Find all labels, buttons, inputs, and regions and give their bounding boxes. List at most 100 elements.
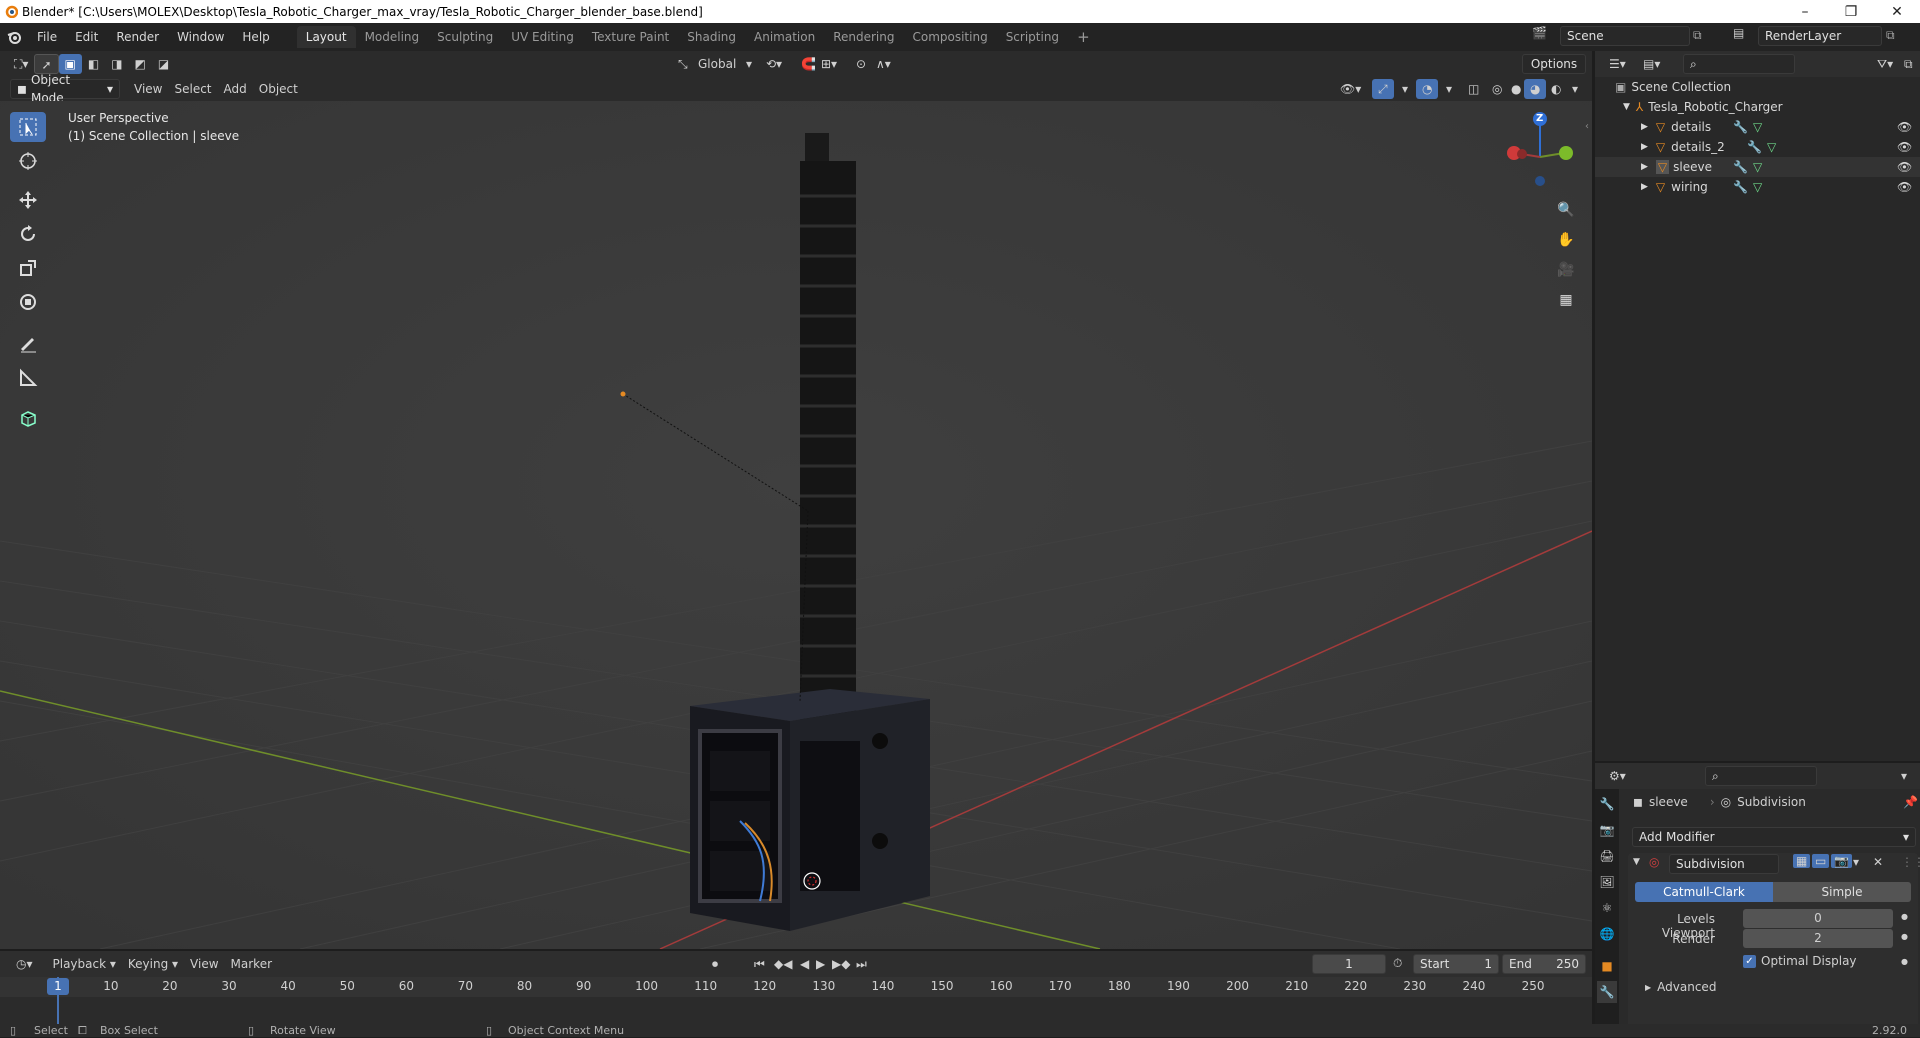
chevron-down-icon[interactable]: ▾: [1440, 79, 1458, 99]
eye-visibility-icon[interactable]: 👁: [1897, 120, 1912, 134]
add-modifier-dropdown[interactable]: Add Modifier ▾: [1632, 827, 1916, 847]
menu-select[interactable]: Select: [168, 79, 217, 99]
menu-marker[interactable]: Marker: [225, 954, 278, 974]
outliner-item-wiring[interactable]: ▶ ▽ wiring 🔧 ▽ 👁: [1595, 177, 1920, 197]
falloff-icon[interactable]: ∧▾: [870, 54, 897, 74]
modifier-wrench-icon[interactable]: 🔧: [1733, 180, 1748, 194]
rendered-shading-icon[interactable]: ◐: [1545, 79, 1567, 99]
add-workspace-button[interactable]: +: [1068, 26, 1099, 48]
keyframe-area[interactable]: [0, 997, 1592, 1025]
light-object[interactable]: [620, 391, 626, 397]
catmull-clark-button[interactable]: Catmull-Clark: [1635, 882, 1773, 902]
close-button[interactable]: ✕: [1874, 0, 1920, 23]
blender-menu-icon[interactable]: [0, 29, 28, 45]
overlay-toggle-icon[interactable]: ◔: [1416, 79, 1439, 99]
object-tab-icon[interactable]: ■: [1597, 955, 1617, 977]
xray-toggle-icon[interactable]: ◫: [1462, 79, 1485, 99]
transform-tool[interactable]: [10, 287, 46, 317]
material-shading-icon[interactable]: ◕: [1524, 79, 1547, 99]
outliner-item-details[interactable]: ▶ ▽ details 🔧 ▽ 👁: [1595, 117, 1920, 137]
chevron-down-icon[interactable]: ▾: [1895, 766, 1913, 786]
keyframe-dot-icon[interactable]: ●: [1901, 912, 1908, 921]
modifier-wrench-icon[interactable]: 🔧: [1747, 140, 1762, 154]
outliner-root[interactable]: ▣ Scene Collection: [1595, 77, 1920, 97]
output-tab-icon[interactable]: 🖨: [1597, 845, 1617, 867]
modifier-tab-icon[interactable]: 🔧: [1597, 981, 1617, 1003]
menu-help[interactable]: Help: [233, 26, 278, 48]
select-box-tool[interactable]: [10, 112, 46, 142]
expand-arrow-icon[interactable]: ▼: [1623, 102, 1630, 112]
menu-playback[interactable]: Playback ▾: [47, 954, 122, 974]
ortho-grid-icon[interactable]: ▦: [1552, 286, 1580, 314]
camera-view-icon[interactable]: 🎥: [1552, 256, 1580, 284]
menu-object[interactable]: Object: [253, 79, 304, 99]
end-frame-field[interactable]: End 250: [1502, 954, 1586, 974]
outliner-item-details-2[interactable]: ▶ ▽ details_2 🔧 ▽ 👁: [1595, 137, 1920, 157]
outliner-item-sleeve[interactable]: ▶ ▽ sleeve 🔧 ▽ 👁: [1595, 157, 1920, 177]
mode-dropdown[interactable]: ◼ Object Mode ▾: [10, 73, 120, 105]
drag-handle-icon[interactable]: ⋮⋮: [1901, 855, 1920, 869]
properties-search-input[interactable]: ⌕: [1705, 766, 1817, 786]
gizmo-toggle-icon[interactable]: ⤢: [1372, 79, 1394, 99]
render-toggle-icon[interactable]: 📷: [1831, 854, 1852, 868]
modifier-name-input[interactable]: Subdivision: [1669, 854, 1779, 874]
render-layer-selector[interactable]: RenderLayer: [1758, 26, 1882, 46]
advanced-subpanel[interactable]: ▶ Advanced: [1645, 980, 1716, 994]
render-layer-icon[interactable]: ▤: [1733, 26, 1744, 40]
pin-icon[interactable]: 📌: [1903, 795, 1918, 809]
orientation-dropdown[interactable]: Global: [692, 54, 742, 74]
options-dropdown[interactable]: Options: [1522, 54, 1586, 74]
proportional-edit-icon[interactable]: ⊙: [850, 54, 872, 74]
mesh-data-icon[interactable]: ▽: [1767, 140, 1776, 154]
playhead-label[interactable]: 1: [47, 978, 69, 995]
tab-rendering[interactable]: Rendering: [824, 26, 903, 48]
edit-mode-toggle-icon[interactable]: ▦: [1793, 854, 1811, 868]
menu-render[interactable]: Render: [107, 26, 168, 48]
expand-arrow-icon[interactable]: ▶: [1641, 182, 1648, 192]
visibility-icon[interactable]: 👁▾: [1334, 79, 1367, 99]
outliner-collection[interactable]: ▼ ⅄ Tesla_Robotic_Charger: [1595, 97, 1920, 117]
expand-arrow-icon[interactable]: ▶: [1641, 122, 1648, 132]
new-collection-icon[interactable]: ⧉: [1898, 54, 1919, 74]
outliner-search-input[interactable]: ⌕: [1683, 54, 1795, 74]
tab-shading[interactable]: Shading: [678, 26, 745, 48]
mesh-data-icon[interactable]: ▽: [1753, 180, 1762, 194]
sidebar-toggle-icon[interactable]: ‹: [1585, 121, 1589, 132]
eye-visibility-icon[interactable]: 👁: [1897, 160, 1912, 174]
properties-editor-icon[interactable]: ⚙▾: [1603, 766, 1632, 786]
annotate-tool[interactable]: [10, 329, 46, 359]
render-tab-icon[interactable]: 📷: [1597, 819, 1617, 841]
outliner-editor-icon[interactable]: ☰▾: [1603, 54, 1632, 74]
scene-tab-icon[interactable]: ⚛: [1597, 897, 1617, 919]
chevron-down-icon[interactable]: ▾: [1566, 79, 1584, 99]
rotate-tool[interactable]: [10, 219, 46, 249]
minimize-button[interactable]: –: [1782, 0, 1828, 23]
viewport-toggle-icon[interactable]: ▭: [1812, 854, 1830, 868]
measure-tool[interactable]: [10, 363, 46, 393]
new-render-layer-icon[interactable]: ⧉: [1886, 28, 1895, 43]
pivot-icon[interactable]: ⟲▾: [760, 54, 788, 74]
expand-arrow-icon[interactable]: ▶: [1641, 142, 1648, 152]
zoom-icon[interactable]: 🔍: [1552, 196, 1580, 224]
jump-end-icon[interactable]: ⏭: [850, 954, 873, 974]
mode-subtract-icon[interactable]: ◨: [105, 54, 128, 74]
menu-file[interactable]: File: [28, 26, 66, 48]
tab-uv-editing[interactable]: UV Editing: [502, 26, 583, 48]
tab-sculpting[interactable]: Sculpting: [428, 26, 502, 48]
3d-viewport[interactable]: User Perspective (1) Scene Collection | …: [0, 101, 1592, 949]
mesh-data-icon[interactable]: ▽: [1753, 120, 1762, 134]
collapse-arrow-icon[interactable]: ▼: [1633, 857, 1640, 867]
view-layer-tab-icon[interactable]: 🖼: [1597, 871, 1617, 893]
snap-target-icon[interactable]: ⊞▾: [815, 54, 843, 74]
eye-visibility-icon[interactable]: 👁: [1897, 180, 1912, 194]
expand-arrow-icon[interactable]: ▶: [1641, 162, 1648, 172]
filter-icon[interactable]: ⛛▾: [1871, 54, 1899, 74]
scene-selector[interactable]: Scene: [1560, 26, 1690, 46]
tab-modeling[interactable]: Modeling: [356, 26, 429, 48]
start-frame-field[interactable]: Start 1: [1413, 954, 1499, 974]
record-icon[interactable]: ⏺: [706, 954, 724, 974]
tab-animation[interactable]: Animation: [745, 26, 824, 48]
move-tool[interactable]: [10, 185, 46, 215]
mode-intersect-icon[interactable]: ◪: [152, 54, 175, 74]
optimal-display-checkbox[interactable]: ✓ Optimal Display: [1743, 954, 1857, 968]
